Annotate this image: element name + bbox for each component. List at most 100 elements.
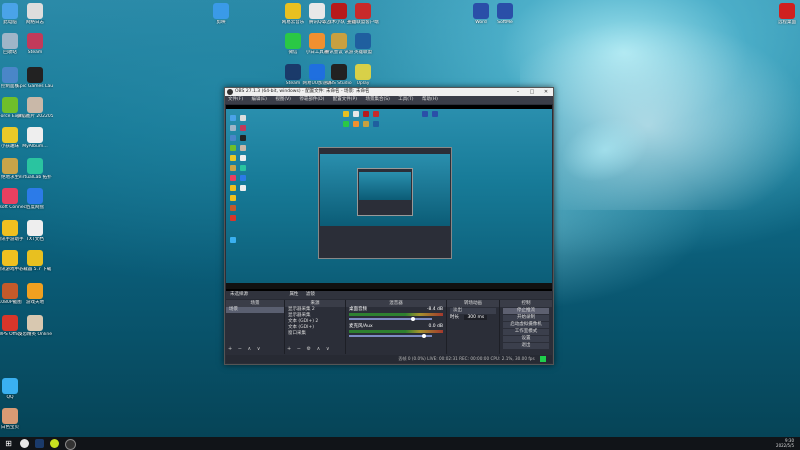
obs-titlebar[interactable]: OBS 27.1.3 (64-bit, windows) - 配置文件: 未命名…	[225, 88, 553, 96]
maximize-icon[interactable]: □	[525, 88, 539, 96]
desktop-shortcut[interactable]: 百度网盘	[17, 188, 53, 211]
obs-taskbar-icon[interactable]	[65, 439, 76, 450]
preview-icon	[343, 121, 349, 127]
volume-knob[interactable]	[422, 334, 427, 338]
preview-icon	[353, 121, 359, 127]
stop-streaming-button[interactable]: 停止推流	[503, 308, 549, 314]
desktop-shortcut[interactable]: 远程桌面	[769, 3, 800, 26]
desktop-shortcut[interactable]: SoftMe	[487, 3, 523, 26]
mixer-channel-desktop: 桌面音频 -8.4 dB	[346, 307, 446, 312]
channel-db: -8.4 dB	[426, 307, 443, 312]
volume-slider[interactable]	[349, 334, 432, 338]
status-text: 丢帧 0 (0.0%) LIVE: 00:02:31 REC: 00:00:00…	[398, 356, 535, 361]
desktop-shortcut[interactable]: 微信图片 2022050…	[17, 97, 53, 120]
control-panel-icon	[2, 67, 18, 83]
desktop-shortcut[interactable]: MyAlbum…	[17, 127, 53, 150]
ubisoft-icon	[2, 188, 18, 204]
desktop-shortcut[interactable]: 网络日志	[17, 3, 53, 26]
preview-icon	[230, 115, 236, 121]
start-recording-button[interactable]: 开始录制	[503, 315, 549, 321]
source-item[interactable]: 窗口采集	[285, 331, 345, 337]
minimize-icon[interactable]: –	[511, 88, 525, 96]
system-tray-clock[interactable]: 9:30 2022/5/5	[776, 438, 794, 448]
desktop-shortcut[interactable]: Epic Games Launcher	[17, 67, 53, 90]
studio-mode-button[interactable]: 工作室模式	[503, 329, 549, 335]
obs-preview[interactable]	[226, 105, 552, 291]
desktop-shortcut[interactable]: 剪映	[203, 3, 239, 26]
no-source-label: 未选择源	[230, 292, 248, 297]
desktop-shortcut[interactable]: QQ	[0, 378, 28, 401]
baidu-icon	[27, 188, 43, 204]
sources-toolbar[interactable]: + − ⚙ ∧ ∨	[287, 346, 332, 352]
filters-button[interactable]: 滤镜	[306, 292, 315, 297]
menu-tools[interactable]: 工具(T)	[398, 97, 413, 102]
desktop-shortcut[interactable]: Uplay	[345, 64, 381, 87]
doc-icon	[27, 127, 43, 143]
desktop-shortcut-label: 英雄联盟客户端	[347, 20, 379, 25]
desktop-shortcut[interactable]: 反恐精英 Online	[17, 315, 53, 338]
steam-icon[interactable]	[35, 439, 44, 448]
menu-file[interactable]: 文件(F)	[228, 97, 243, 102]
epic-icon	[27, 67, 43, 83]
tencent-game-icon	[2, 220, 18, 236]
close-icon[interactable]: ✕	[539, 88, 553, 96]
volume-knob[interactable]	[411, 317, 416, 321]
exit-button[interactable]: 退出	[503, 343, 549, 349]
wallpaper-wave	[520, 0, 800, 210]
transitions-dock: 转场动画 淡出 时长 300 ms	[447, 300, 500, 354]
preview-icon	[230, 125, 236, 131]
scenes-dock: 场景 场景 + − ∧ ∨	[226, 300, 285, 354]
transition-select[interactable]: 淡出	[450, 308, 496, 314]
desktop-shortcut-label: 百度网盘	[26, 205, 44, 210]
qq-icon	[2, 378, 18, 394]
nested-obs-window	[318, 147, 452, 259]
netease-music-icon	[27, 250, 43, 266]
user-icon	[2, 408, 18, 424]
menu-scene-collection[interactable]: 场景集合(S)	[365, 97, 389, 102]
app-right-icon	[779, 3, 795, 19]
preview-icon	[230, 155, 236, 161]
preview-icon	[373, 121, 379, 127]
obs-window[interactable]: OBS 27.1.3 (64-bit, windows) - 配置文件: 未命名…	[224, 87, 554, 365]
app-icon[interactable]	[50, 439, 59, 448]
settings-button[interactable]: 设置	[503, 336, 549, 342]
scenes-toolbar[interactable]: + − ∧ ∨	[228, 346, 262, 352]
duration-input[interactable]: 300 ms	[464, 315, 488, 320]
desktop-shortcut[interactable]: 白色宝贝	[0, 408, 28, 431]
desktop-shortcut[interactable]: 英雄联盟客户端	[345, 3, 381, 26]
menu-help[interactable]: 帮助(H)	[422, 97, 438, 102]
chrome-icon[interactable]	[20, 439, 29, 448]
menu-profile[interactable]: 配置文件(P)	[333, 97, 357, 102]
preview-icon	[230, 175, 236, 181]
start-windows-icon[interactable]: ⊞	[4, 439, 13, 448]
preview-icon	[363, 121, 369, 127]
desktop-shortcut[interactable]: VirtualLab 拓扑	[17, 158, 53, 181]
preview-taskbar	[226, 283, 552, 289]
menu-docks[interactable]: 停靠部件(D)	[299, 97, 324, 102]
desktop-shortcut[interactable]: Steam	[17, 33, 53, 56]
desktop-shortcut[interactable]: 下载器 5.7 下载	[17, 250, 53, 273]
menu-view[interactable]: 视图(V)	[275, 97, 291, 102]
duration-label: 时长	[450, 315, 459, 320]
duration-row: 时长 300 ms	[447, 315, 499, 321]
scene-item[interactable]: 场景	[226, 307, 284, 313]
menu-edit[interactable]: 编辑(E)	[252, 97, 267, 102]
xiaoyu-icon	[2, 127, 18, 143]
netease-icon	[27, 33, 43, 49]
game4-icon	[355, 3, 371, 19]
preview-icon	[230, 185, 236, 191]
wps-icon	[2, 315, 18, 331]
desktop-shortcut-label: SoftMe	[497, 20, 513, 25]
desktop-shortcut[interactable]: 英雄联盟	[345, 33, 381, 56]
volume-meter	[349, 330, 443, 333]
volume-slider[interactable]	[349, 317, 432, 321]
properties-button[interactable]: 属性	[289, 292, 298, 297]
preview-icon	[240, 125, 246, 131]
game2-icon	[27, 283, 43, 299]
desktop-shortcut[interactable]: TXT文档	[17, 220, 53, 243]
desktop-shortcut[interactable]: 游戏天地	[17, 283, 53, 306]
mixer-channel-mic: 麦克风/Aux 0.0 dB	[346, 324, 446, 329]
preview-icon	[230, 135, 236, 141]
pubg-icon	[2, 158, 18, 174]
virtual-camera-button[interactable]: 启动虚拟摄像机	[503, 322, 549, 328]
